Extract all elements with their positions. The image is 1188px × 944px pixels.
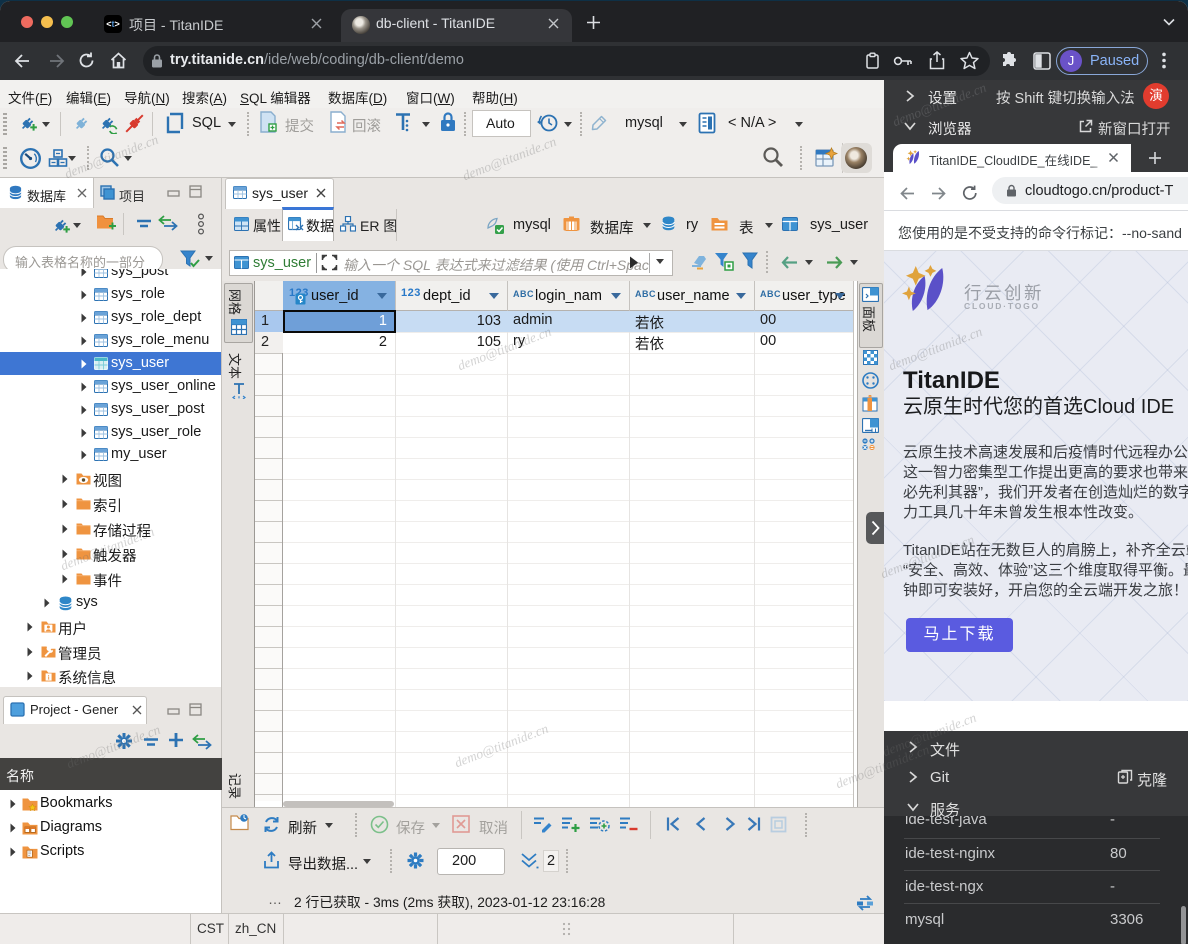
svg-text:i: i <box>48 674 50 681</box>
